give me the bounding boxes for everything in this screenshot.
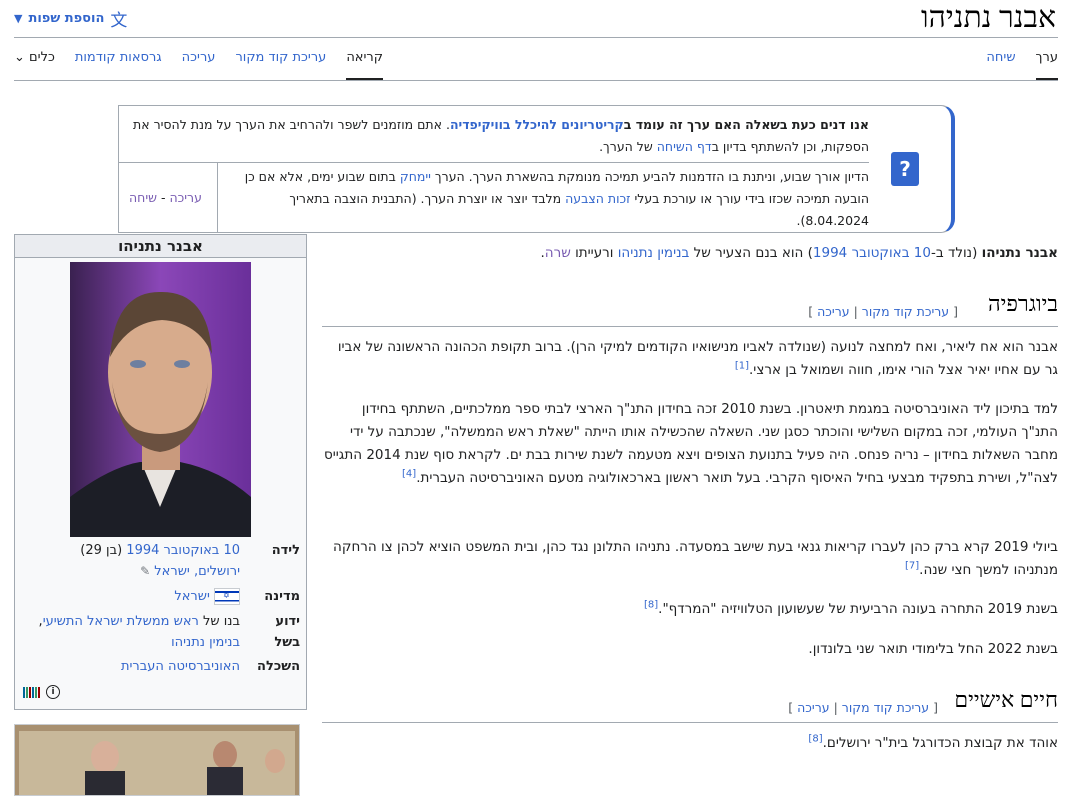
paragraph-text: בשנת 2022 החל בלימודי תואר שני בלונדון. (808, 641, 1058, 657)
infobox-tools: i (23, 685, 60, 699)
known-for-prefix: בנו של (198, 614, 240, 629)
lead-text: ) הוא בנם הצעיר של (689, 245, 813, 261)
notice-details: הדיון אורך שבוע, וניתנת בו הזדמנות להביע… (219, 166, 869, 232)
tools-menu[interactable]: כלים ⌄ (14, 50, 55, 80)
info-icon[interactable]: i (46, 685, 60, 699)
notice-text-end: של הערך. (599, 139, 657, 154)
paragraph-text: אוהד את קבוצת הכדורגל בית"ר ירושלים. (822, 735, 1058, 751)
section-edit-links: [ עריכת קוד מקור | עריכה ] (808, 304, 958, 319)
wikidata-icon[interactable] (23, 686, 40, 698)
edit-source-link[interactable]: עריכת קוד מקור (862, 304, 949, 319)
birth-place-link[interactable]: ירושלים, ישראל (154, 564, 240, 579)
lead-text: ורעייתו (570, 245, 618, 261)
notice-details-a: הדיון אורך שבוע, וניתנת בו הזדמנות להביע… (430, 169, 869, 184)
edit-link[interactable]: עריכה (797, 700, 829, 715)
date-link[interactable]: 10 באוקטובר (852, 245, 931, 261)
footnote[interactable]: [7] (905, 561, 919, 572)
footnote[interactable]: [1] (735, 361, 749, 372)
portrait-photo[interactable] (70, 262, 251, 537)
paragraph: אבנר הוא אח ליאיר, ואח למחצה לנועה (שנול… (322, 336, 1058, 382)
row-value: האוניברסיטה העברית (21, 656, 240, 677)
tab-read[interactable]: קריאה (346, 50, 383, 80)
notice-bold: אנו דנים כעת בשאלה האם ערך זה עומד ב (623, 117, 869, 132)
section-heading-personal: חיים אישיים [ עריכת קוד מקור | עריכה ] (322, 688, 1058, 723)
deletion-notice: ? אנו דנים כעת בשאלה האם ערך זה עומד בקר… (118, 105, 955, 233)
view-tabs: קריאה עריכת קוד מקור עריכה גרסאות קודמות… (14, 50, 383, 80)
talk-page-link[interactable]: דף השיחה (657, 139, 712, 154)
delete-link[interactable]: יימחק (400, 169, 431, 184)
title-divider (14, 37, 1058, 38)
section-edit-links: [ עריכת קוד מקור | עריכה ] (788, 700, 938, 715)
criteria-link[interactable]: קריטריונים להיכלל בוויקיפדיה (450, 117, 624, 132)
father-link[interactable]: בנימין נתניהו (171, 635, 240, 650)
add-languages-label: הוספת שפות (28, 11, 105, 26)
lead-paragraph: אבנר נתניהו (נולד ב-10 באוקטובר 1994) הו… (322, 242, 1059, 265)
row-value: 10 באוקטובר 1994 (בן 29) ירושלים, ישראל … (21, 540, 240, 582)
infobox: אבנר נתניהו לידה 10 באוקטובר 1994 (בן 29… (14, 234, 307, 710)
paragraph: אוהד את קבוצת הכדורגל בית"ר ירושלים.[8] (322, 732, 1058, 755)
pm-link[interactable]: ראש ממשלת ישראל התשיעי (43, 614, 199, 629)
voting-right-link[interactable]: זכות הצבעה (565, 191, 630, 206)
row-label: ידוע בשל (274, 614, 300, 650)
father-link[interactable]: בנימין נתניהו (618, 245, 690, 261)
infobox-row-birth: לידה 10 באוקטובר 1994 (בן 29) ירושלים, י… (21, 540, 300, 582)
row-value: בנו של ראש ממשלת ישראל התשיעי, בנימין נת… (21, 611, 240, 653)
translate-icon: 文 (110, 11, 128, 31)
lead-bold-name: אבנר נתניהו (981, 245, 1058, 261)
row-value: ✡ ישראל (21, 586, 240, 607)
question-icon: ? (891, 152, 919, 186)
row-label: לידה (271, 543, 300, 558)
tab-history[interactable]: גרסאות קודמות (75, 50, 162, 80)
footnote[interactable]: [4] (402, 469, 416, 480)
row-label: מדינה (264, 589, 300, 604)
page-title: אבנר נתניהו (920, 1, 1056, 34)
footnote[interactable]: [8] (808, 734, 822, 745)
country-link[interactable]: ישראל (174, 589, 210, 604)
section-title: חיים אישיים (954, 687, 1058, 712)
paragraph: בשנת 2022 החל בלימודי תואר שני בלונדון. (322, 638, 1058, 661)
section-heading-biography: ביוגרפיה [ עריכת קוד מקור | עריכה ] (322, 292, 1058, 327)
paragraph: למד בתיכון ליד האוניברסיטה במגמת תיאטרון… (322, 398, 1058, 490)
notice-divider (119, 162, 869, 163)
chevron-down-icon: ▼ (14, 12, 23, 25)
section-title: ביוגרפיה (987, 291, 1058, 316)
edit-link[interactable]: עריכה (817, 304, 849, 319)
mother-link[interactable]: שרה (545, 245, 571, 261)
notice-edit-links: עריכה - שיחה (129, 190, 202, 205)
notice-talk-link[interactable]: שיחה (129, 190, 157, 205)
notice-edit-link[interactable]: עריכה (169, 190, 201, 205)
tools-label: כלים (29, 50, 55, 65)
row-label: השכלה (257, 659, 300, 674)
paragraph-text: למד בתיכון ליד האוניברסיטה במגמת תיאטרון… (323, 401, 1058, 486)
university-link[interactable]: האוניברסיטה העברית (121, 659, 240, 674)
tab-talk[interactable]: שיחה (986, 50, 1015, 80)
paragraph-text: אבנר הוא אח ליאיר, ואח למחצה לנועה (שנול… (337, 339, 1058, 378)
tabs-divider (14, 80, 1058, 81)
add-languages-button[interactable]: 文 הוספת שפות ▼ (14, 6, 127, 31)
paragraph: ביולי 2019 קרא ברק כהן לעברו קריאות גנאי… (322, 536, 1058, 582)
event-photo[interactable] (14, 724, 300, 796)
year-link[interactable]: 1994 (813, 245, 847, 261)
birth-date-link[interactable]: 10 באוקטובר 1994 (126, 543, 240, 558)
namespace-tabs: ערך שיחה (986, 50, 1058, 80)
infobox-row-known-for: ידוע בשל בנו של ראש ממשלת ישראל התשיעי, … (21, 611, 300, 653)
tab-edit[interactable]: עריכה (182, 50, 216, 80)
edit-source-link[interactable]: עריכת קוד מקור (842, 700, 929, 715)
age-text: (בן 29) (80, 543, 127, 558)
paragraph: בשנת 2019 התחרה בעונה הרביעית של שעשועון… (322, 598, 1058, 621)
notice-text: אנו דנים כעת בשאלה האם ערך זה עומד בקריט… (127, 114, 869, 158)
tab-article[interactable]: ערך (1035, 50, 1058, 80)
notice-vdivider (217, 162, 218, 232)
tab-edit-source[interactable]: עריכת קוד מקור (235, 50, 326, 80)
infobox-title: אבנר נתניהו (15, 235, 306, 258)
pencil-icon[interactable]: ✎ (140, 564, 150, 578)
footnote[interactable]: [8] (644, 600, 658, 611)
lead-text: (נולד ב- (930, 245, 982, 261)
chevron-down-icon: ⌄ (14, 50, 25, 65)
paragraph-text: ביולי 2019 קרא ברק כהן לעברו קריאות גנאי… (333, 539, 1058, 578)
paragraph-text: בשנת 2019 התחרה בעונה הרביעית של שעשועון… (658, 601, 1058, 617)
israel-flag-icon: ✡ (214, 588, 240, 605)
